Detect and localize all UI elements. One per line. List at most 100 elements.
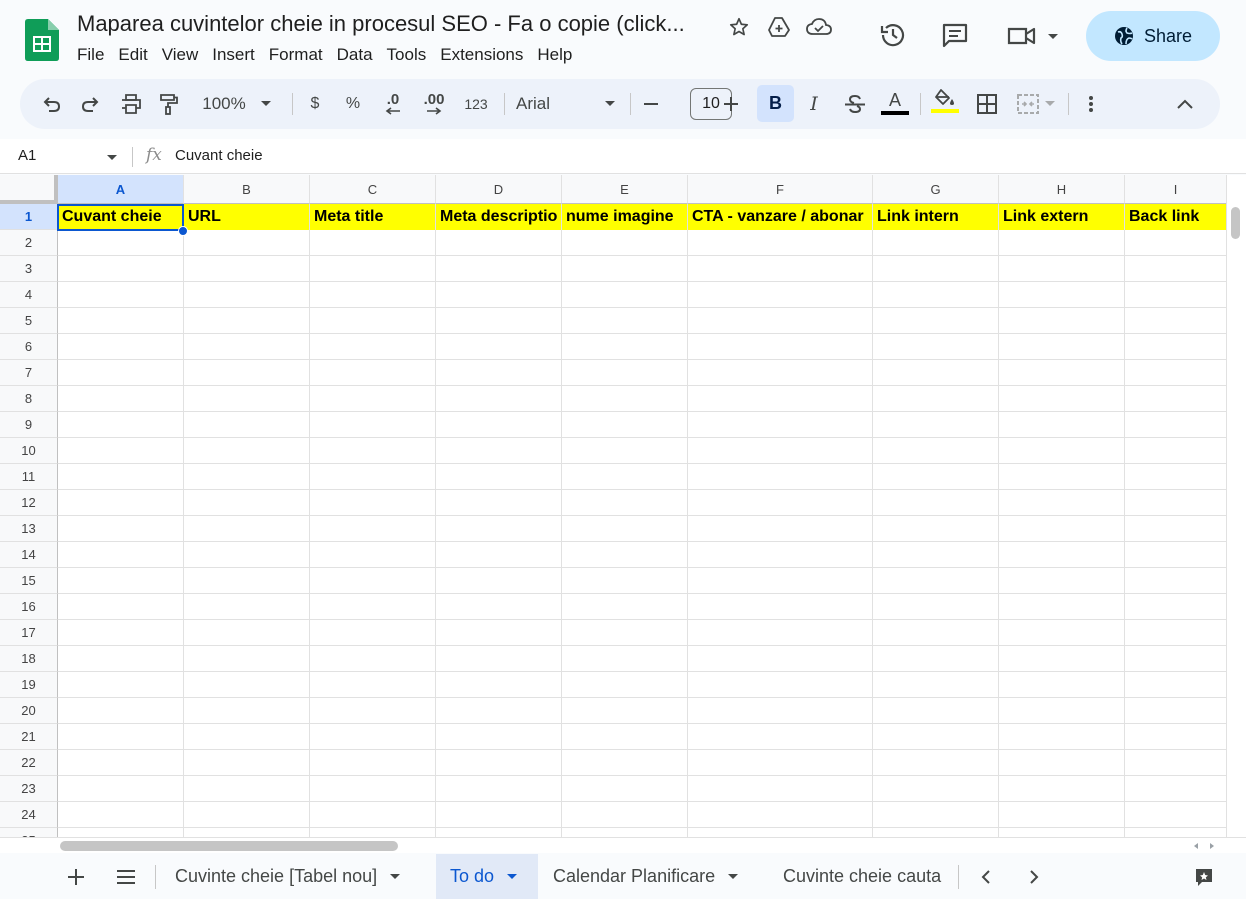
cell-g11[interactable] — [873, 464, 999, 490]
cell-g21[interactable] — [873, 724, 999, 750]
strikethrough-icon[interactable] — [842, 89, 868, 119]
cell-d10[interactable] — [436, 438, 562, 464]
cell-c9[interactable] — [310, 412, 436, 438]
cell-f25[interactable] — [688, 828, 873, 837]
cell-a4[interactable] — [58, 282, 184, 308]
cell-c15[interactable] — [310, 568, 436, 594]
cell-c25[interactable] — [310, 828, 436, 837]
cell-h23[interactable] — [999, 776, 1125, 802]
cell-h22[interactable] — [999, 750, 1125, 776]
cell-g24[interactable] — [873, 802, 999, 828]
cell-e9[interactable] — [562, 412, 688, 438]
cell-d22[interactable] — [436, 750, 562, 776]
cell-c7[interactable] — [310, 360, 436, 386]
cell-i1[interactable]: Back link — [1125, 204, 1226, 230]
cell-b9[interactable] — [184, 412, 310, 438]
cell-f8[interactable] — [688, 386, 873, 412]
vertical-scrollbar[interactable] — [1226, 175, 1246, 837]
cell-f5[interactable] — [688, 308, 873, 334]
cell-b15[interactable] — [184, 568, 310, 594]
explore-icon[interactable] — [1191, 864, 1217, 890]
chevron-down-icon[interactable] — [389, 873, 401, 881]
fill-color-button[interactable] — [930, 89, 960, 121]
row-header-22[interactable]: 22 — [0, 750, 58, 776]
cell-i14[interactable] — [1125, 542, 1226, 568]
cell-g9[interactable] — [873, 412, 999, 438]
cell-g16[interactable] — [873, 594, 999, 620]
decrease-font-size-button[interactable] — [640, 89, 662, 119]
cell-e22[interactable] — [562, 750, 688, 776]
menu-view[interactable]: View — [155, 44, 206, 66]
cell-a17[interactable] — [58, 620, 184, 646]
cell-c4[interactable] — [310, 282, 436, 308]
cell-h10[interactable] — [999, 438, 1125, 464]
cell-i22[interactable] — [1125, 750, 1226, 776]
cell-g13[interactable] — [873, 516, 999, 542]
cell-i5[interactable] — [1125, 308, 1226, 334]
cell-e12[interactable] — [562, 490, 688, 516]
cell-b3[interactable] — [184, 256, 310, 282]
cell-g2[interactable] — [873, 230, 999, 256]
cell-g1[interactable]: Link intern — [873, 204, 999, 230]
cell-a23[interactable] — [58, 776, 184, 802]
share-button[interactable]: Share — [1086, 11, 1220, 61]
cell-b20[interactable] — [184, 698, 310, 724]
percent-button[interactable]: % — [342, 89, 364, 119]
row-header-2[interactable]: 2 — [0, 230, 58, 256]
cell-h8[interactable] — [999, 386, 1125, 412]
cell-i17[interactable] — [1125, 620, 1226, 646]
cell-h24[interactable] — [999, 802, 1125, 828]
cell-h16[interactable] — [999, 594, 1125, 620]
cell-b14[interactable] — [184, 542, 310, 568]
cell-e15[interactable] — [562, 568, 688, 594]
row-header-18[interactable]: 18 — [0, 646, 58, 672]
cell-e1[interactable]: nume imagine — [562, 204, 688, 230]
row-header-21[interactable]: 21 — [0, 724, 58, 750]
text-color-button[interactable]: A — [880, 89, 910, 121]
row-header-5[interactable]: 5 — [0, 308, 58, 334]
cell-f12[interactable] — [688, 490, 873, 516]
borders-icon[interactable] — [974, 89, 1000, 119]
cell-i13[interactable] — [1125, 516, 1226, 542]
cell-a8[interactable] — [58, 386, 184, 412]
cell-i23[interactable] — [1125, 776, 1226, 802]
row-header-1[interactable]: 1 — [0, 204, 58, 230]
cell-c20[interactable] — [310, 698, 436, 724]
cell-d21[interactable] — [436, 724, 562, 750]
cell-e24[interactable] — [562, 802, 688, 828]
cell-i21[interactable] — [1125, 724, 1226, 750]
cell-e25[interactable] — [562, 828, 688, 837]
cell-h12[interactable] — [999, 490, 1125, 516]
cell-d7[interactable] — [436, 360, 562, 386]
cell-h7[interactable] — [999, 360, 1125, 386]
row-header-7[interactable]: 7 — [0, 360, 58, 386]
cell-a22[interactable] — [58, 750, 184, 776]
name-box[interactable]: A1 — [18, 147, 36, 164]
cell-d18[interactable] — [436, 646, 562, 672]
cell-d23[interactable] — [436, 776, 562, 802]
cell-d6[interactable] — [436, 334, 562, 360]
cell-f11[interactable] — [688, 464, 873, 490]
bold-button[interactable]: B — [757, 85, 794, 122]
chevron-down-icon[interactable] — [727, 873, 739, 881]
cell-e11[interactable] — [562, 464, 688, 490]
cell-c11[interactable] — [310, 464, 436, 490]
column-header-d[interactable]: D — [436, 175, 562, 204]
cell-d5[interactable] — [436, 308, 562, 334]
cell-a21[interactable] — [58, 724, 184, 750]
sheets-logo-icon[interactable] — [25, 19, 59, 61]
cell-e18[interactable] — [562, 646, 688, 672]
cell-d14[interactable] — [436, 542, 562, 568]
cell-b22[interactable] — [184, 750, 310, 776]
row-header-6[interactable]: 6 — [0, 334, 58, 360]
increase-font-size-button[interactable] — [720, 89, 742, 119]
spreadsheet-grid[interactable]: A B C D E F G H I 1 Cuvant cheie URL Meta title Meta … — [0, 175, 1226, 837]
cell-a15[interactable] — [58, 568, 184, 594]
row-header-25[interactable]: 25 — [0, 828, 58, 837]
cell-i12[interactable] — [1125, 490, 1226, 516]
cell-f3[interactable] — [688, 256, 873, 282]
horizontal-scroll-thumb[interactable] — [60, 841, 398, 851]
cell-f24[interactable] — [688, 802, 873, 828]
cell-d25[interactable] — [436, 828, 562, 837]
cell-f20[interactable] — [688, 698, 873, 724]
